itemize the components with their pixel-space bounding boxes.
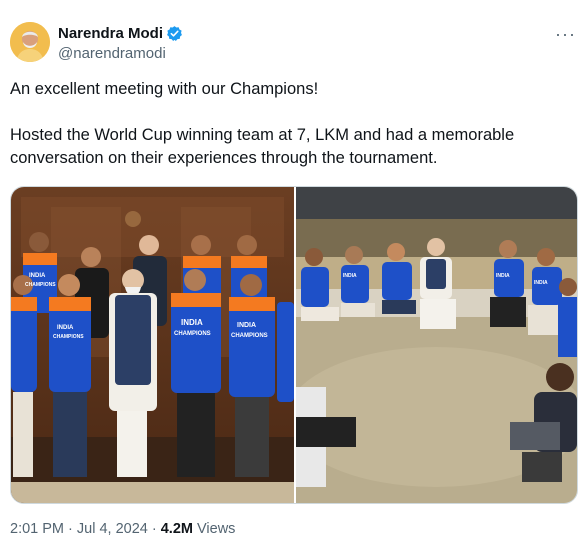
tweet-time[interactable]: 2:01 PM xyxy=(10,521,64,537)
jersey-india-7: INDIA xyxy=(534,280,548,286)
jersey-india-4: INDIA xyxy=(57,325,74,331)
jersey-india-2: INDIA xyxy=(181,318,203,327)
tweet-meta: 2:01 PM · Jul 4, 2024 · 4.2M Views xyxy=(10,521,235,537)
jersey-india-3: INDIA xyxy=(237,322,256,329)
jersey-india-5: INDIA xyxy=(343,273,357,279)
tweet-card: Narendra Modi @narendramodi ··· An excel… xyxy=(0,0,588,551)
jersey-champions-1: CHAMPIONS xyxy=(25,282,56,288)
meeting-room-photo[interactable]: INDIA INDIA INDIA xyxy=(296,187,577,503)
jersey-india-6: INDIA xyxy=(496,273,510,279)
jersey-champions-3: CHAMPIONS xyxy=(231,333,268,339)
avatar-image xyxy=(10,22,50,62)
tweet-text: An excellent meeting with our Champions!… xyxy=(10,78,570,170)
author-name[interactable]: Narendra Modi xyxy=(58,25,163,42)
tweet-date[interactable]: Jul 4, 2024 xyxy=(77,521,148,537)
views-label: Views xyxy=(192,521,236,537)
more-options-icon[interactable]: ··· xyxy=(555,24,576,45)
team-group-photo[interactable]: INDIA CHAMPIONS INDIA CHAMPIONS INDIA CH… xyxy=(11,187,294,503)
separator: · xyxy=(147,521,161,537)
jersey-india-1: INDIA xyxy=(29,273,46,279)
jersey-champions-4: CHAMPIONS xyxy=(53,334,84,340)
tweet-line-2: Hosted the World Cup winning team at 7, … xyxy=(10,126,515,167)
jersey-champions-2: CHAMPIONS xyxy=(174,331,211,337)
views-count: 4.2M xyxy=(160,521,193,537)
avatar[interactable] xyxy=(10,22,50,62)
tweet-media[interactable]: INDIA CHAMPIONS INDIA CHAMPIONS INDIA CH… xyxy=(10,186,578,504)
author-handle[interactable]: @narendramodi xyxy=(58,45,166,62)
separator: · xyxy=(64,521,77,537)
tweet-line-1: An excellent meeting with our Champions! xyxy=(10,80,319,98)
verified-badge-icon xyxy=(167,26,182,41)
